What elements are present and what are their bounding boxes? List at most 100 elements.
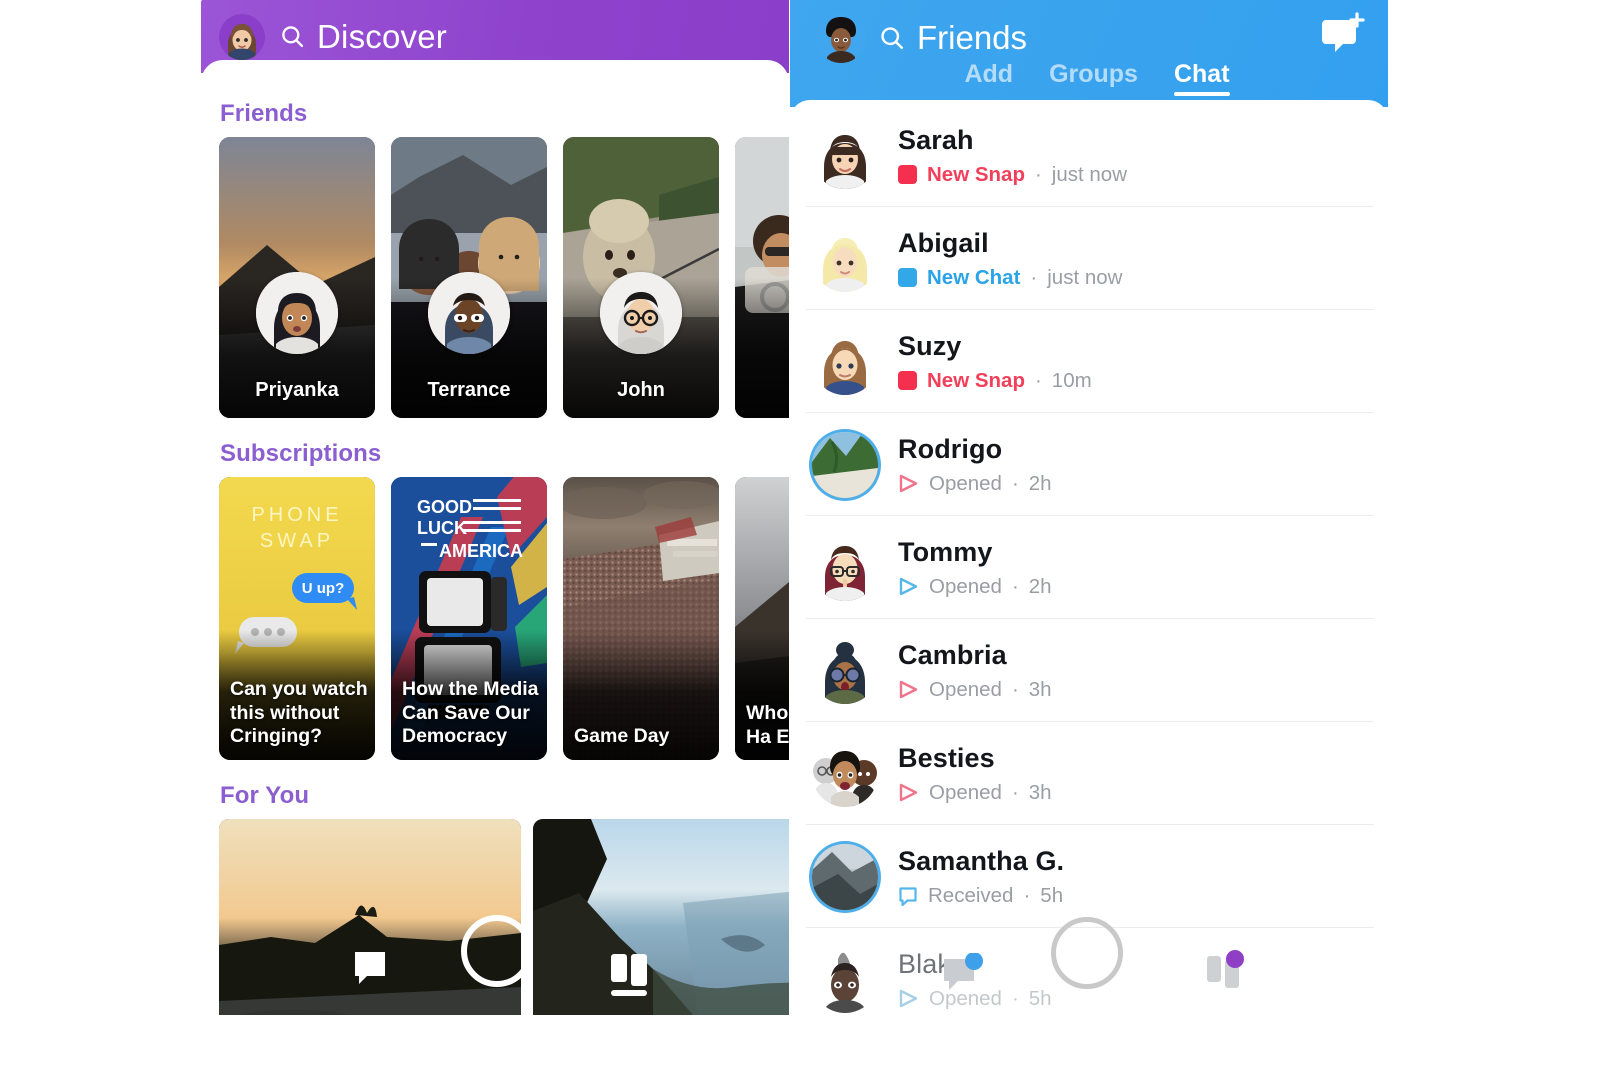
- subscription-cards-row[interactable]: PHONE SWAP U up? Can you watch this with…: [201, 477, 789, 760]
- chat-list-item[interactable]: Abigail New Chat · just now: [790, 207, 1388, 310]
- opened-snap-icon: [899, 783, 918, 802]
- discover-title: Discover: [317, 17, 447, 55]
- chat-list-item[interactable]: Besties Opened · 3h: [790, 722, 1388, 825]
- chat-name: Cambria: [898, 639, 1007, 670]
- avatar[interactable]: [812, 843, 878, 910]
- subscription-card[interactable]: GOOD LUCK AMERICA How the Media Can Save…: [391, 477, 547, 760]
- chat-name: Sarah: [898, 124, 974, 155]
- subscription-title: Can you watch this without Cringing?: [230, 678, 368, 748]
- svg-text:GOOD: GOOD: [417, 497, 472, 517]
- subscription-card[interactable]: Game Day: [563, 477, 719, 760]
- group-avatar[interactable]: [812, 740, 878, 807]
- avatar[interactable]: [812, 431, 878, 498]
- opened-snap-icon: [899, 680, 918, 699]
- avatar[interactable]: [812, 225, 878, 292]
- avatar[interactable]: [812, 328, 878, 395]
- capture-button[interactable]: [461, 915, 533, 987]
- chat-item-text: Suzy New Snap · 10m: [898, 331, 1092, 393]
- discover-subscriptions-section: Subscriptions PHONE SWAP U up? Can you w…: [201, 418, 789, 760]
- chat-status-row: Opened · 2h: [898, 472, 1052, 496]
- friend-name: Terrance: [427, 379, 511, 401]
- discover-search[interactable]: Discover: [279, 18, 447, 56]
- subscription-title: How the Media Can Save Our Democracy: [402, 678, 539, 748]
- friend-stories-row[interactable]: Priyanka Terrance John: [201, 137, 789, 418]
- new-snap-icon: [898, 371, 917, 390]
- tab-add[interactable]: Add: [964, 60, 1013, 93]
- chat-time: 3h: [1028, 677, 1052, 701]
- friends-search[interactable]: Friends: [878, 19, 1027, 57]
- new-chat-icon[interactable]: [1316, 12, 1366, 65]
- chat-status-row: Opened · 2h: [898, 575, 1052, 599]
- friends-header: Friends Add Groups Chat: [790, 0, 1388, 107]
- tab-groups[interactable]: Groups: [1049, 60, 1138, 93]
- opened-chat-icon: [899, 989, 918, 1008]
- user-bitmoji-avatar[interactable]: [219, 13, 265, 60]
- chat-separator: ·: [1011, 780, 1019, 804]
- avatar[interactable]: [812, 122, 878, 189]
- friend-story-card[interactable]: Priyanka: [219, 137, 375, 418]
- chat-status-row: Opened · 3h: [898, 678, 1052, 702]
- chat-status-row: New Snap · 10m: [898, 369, 1092, 393]
- avatar[interactable]: [812, 534, 878, 601]
- chat-status: Opened: [929, 574, 1002, 598]
- section-title-foryou: For You: [220, 782, 310, 809]
- friend-bitmoji: [428, 272, 510, 354]
- section-title-friends: Friends: [220, 100, 308, 127]
- chat-name: Samantha G.: [898, 845, 1065, 876]
- subscription-card[interactable]: PHONE SWAP U up? Can you watch this with…: [219, 477, 375, 760]
- chat-item-text: Abigail New Chat · just now: [898, 228, 1122, 290]
- section-title-subscriptions: Subscriptions: [220, 440, 382, 467]
- avatar[interactable]: [812, 946, 878, 1013]
- friend-story-card[interactable]: John: [563, 137, 719, 418]
- stories-icon[interactable]: [610, 952, 654, 1003]
- chat-list[interactable]: Sarah New Snap · just now Abigail New Ch…: [790, 100, 1388, 1021]
- chat-status: Received: [928, 883, 1014, 907]
- chat-icon[interactable]: [353, 950, 387, 993]
- chat-status: New Snap: [927, 368, 1025, 392]
- received-chat-icon: [899, 886, 917, 906]
- discover-panel: Discover Friends Priyanka Terrance John …: [201, 0, 789, 1015]
- chat-list-item[interactable]: Rodrigo Opened · 2h: [790, 413, 1388, 516]
- chat-icon[interactable]: [940, 952, 986, 1000]
- friends-header-top: Friends: [790, 0, 1388, 65]
- chat-item-text: Cambria Opened · 3h: [898, 640, 1052, 702]
- stories-icon[interactable]: [1205, 950, 1251, 997]
- chat-separator: ·: [1011, 574, 1019, 598]
- chat-list-item[interactable]: Suzy New Snap · 10m: [790, 310, 1388, 413]
- chat-name: Abigail: [898, 227, 989, 258]
- chat-list-item[interactable]: Cambria Opened · 3h: [790, 619, 1388, 722]
- subscription-title-line: Who Li This Ha Enviro: [746, 702, 789, 748]
- avatar[interactable]: [812, 637, 878, 704]
- new-chat-status-icon: [898, 268, 917, 287]
- capture-button[interactable]: [1051, 917, 1123, 989]
- friend-name: Priyanka: [255, 379, 339, 401]
- user-bitmoji-avatar[interactable]: [816, 13, 866, 63]
- search-icon: [282, 26, 304, 48]
- discover-friends-section: Friends Priyanka Terrance John: [201, 74, 789, 418]
- chat-status-row: New Chat · just now: [898, 266, 1122, 290]
- chat-status-row: New Snap · just now: [898, 163, 1127, 187]
- chat-time: just now: [1051, 162, 1128, 186]
- chat-list-item[interactable]: Sarah New Snap · just now: [790, 104, 1388, 207]
- opened-snap-icon: [899, 474, 918, 493]
- chat-item-text: Samantha G. Received · 5h: [898, 846, 1064, 908]
- chat-item-text: Sarah New Snap · just now: [898, 125, 1127, 187]
- chat-status: Opened: [929, 471, 1002, 495]
- chat-list-item[interactable]: Samantha G. Received · 5h: [790, 825, 1388, 928]
- chat-time: just now: [1047, 265, 1123, 289]
- subscription-card[interactable]: Who Li This Ha Enviro: [735, 477, 789, 760]
- svg-text:LUCK: LUCK: [417, 518, 467, 538]
- friend-story-card[interactable]: H: [735, 137, 789, 418]
- chat-status: Opened: [929, 780, 1002, 804]
- foryou-card[interactable]: [533, 819, 789, 1015]
- friend-story-card[interactable]: Terrance: [391, 137, 547, 418]
- chat-list-item[interactable]: Tommy Opened · 2h: [790, 516, 1388, 619]
- tab-chat[interactable]: Chat: [1173, 60, 1230, 96]
- chat-separator: ·: [1034, 162, 1042, 186]
- chat-item-text: Tommy Opened · 2h: [898, 537, 1052, 599]
- chat-time: 5h: [1028, 986, 1052, 1010]
- chat-status: New Chat: [927, 265, 1021, 289]
- friends-title: Friends: [917, 19, 1028, 56]
- svg-text:PHONE: PHONE: [251, 504, 342, 526]
- svg-text:AMERICA: AMERICA: [439, 541, 523, 561]
